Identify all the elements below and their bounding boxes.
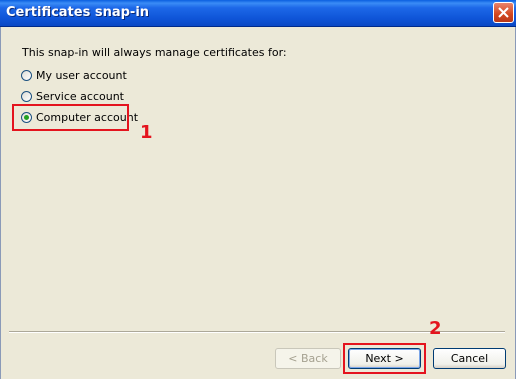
- window-title: Certificates snap-in: [6, 5, 150, 20]
- option-label: My user account: [36, 69, 127, 82]
- prompt-text: This snap-in will always manage certific…: [22, 46, 287, 59]
- back-button[interactable]: < Back: [275, 348, 341, 369]
- step-number-1: 1: [140, 122, 153, 143]
- option-label: Service account: [36, 90, 124, 103]
- title-bar: Certificates snap-in: [0, 0, 516, 27]
- close-button[interactable]: [493, 2, 514, 23]
- option-service-account[interactable]: Service account: [21, 89, 124, 104]
- highlight-box-step-1: [12, 104, 129, 131]
- step-number-2: 2: [429, 318, 442, 339]
- highlight-box-step-2: [343, 343, 426, 374]
- radio-my-user-account[interactable]: [21, 70, 32, 81]
- close-icon: [498, 7, 509, 18]
- option-my-user-account[interactable]: My user account: [21, 68, 127, 83]
- cancel-button[interactable]: Cancel: [433, 348, 506, 369]
- radio-service-account[interactable]: [21, 91, 32, 102]
